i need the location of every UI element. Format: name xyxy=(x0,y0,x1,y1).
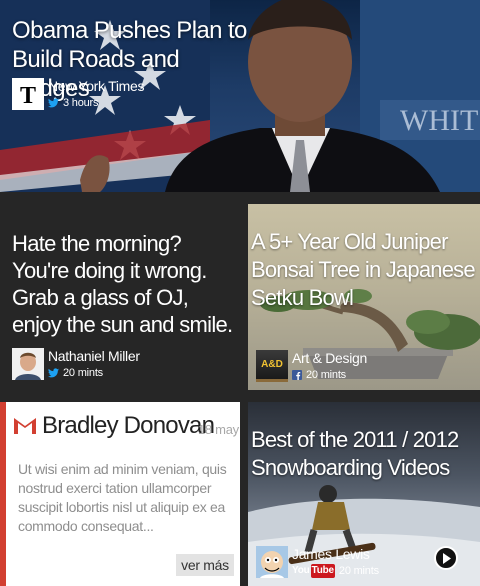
tweet-tile[interactable]: Hate the morning? You're doing it wrong.… xyxy=(0,204,240,390)
email-date: 18 may xyxy=(198,422,239,437)
avatar[interactable] xyxy=(256,546,288,578)
play-icon xyxy=(443,552,451,564)
twitter-icon xyxy=(48,98,59,108)
video-headline[interactable]: Best of the 2011 / 2012 Snowboarding Vid… xyxy=(251,426,477,482)
gmail-icon xyxy=(14,418,36,434)
svg-text:T: T xyxy=(20,83,36,109)
art-design-logo-icon: A&D xyxy=(256,350,288,382)
author-name[interactable]: James Lewis xyxy=(292,546,379,562)
article-source: A&D Art & Design 20 mints xyxy=(256,350,367,382)
news-tile-obama[interactable]: WHIT Obama Pushes Plan to Build Roads an… xyxy=(0,0,480,192)
tweet-author: Nathaniel Miller 20 mints xyxy=(12,348,140,380)
post-time: 20 mints xyxy=(63,367,103,379)
article-headline[interactable]: A 5+ Year Old Juniper Bonsai Tree in Jap… xyxy=(251,228,477,312)
avatar[interactable] xyxy=(12,348,44,380)
post-time: 3 hours xyxy=(63,97,99,109)
play-button[interactable] xyxy=(434,546,458,570)
post-time: 20 mints xyxy=(306,369,346,381)
email-accent-bar xyxy=(0,402,6,586)
svg-text:WHIT: WHIT xyxy=(400,104,478,137)
email-tile[interactable]: Bradley Donovan 18 may Ut wisi enim ad m… xyxy=(0,402,240,586)
article-tile-bonsai[interactable]: A 5+ Year Old Juniper Bonsai Tree in Jap… xyxy=(248,204,480,390)
email-sender[interactable]: Bradley Donovan xyxy=(42,411,215,441)
source-name[interactable]: Art & Design xyxy=(292,350,367,366)
facebook-icon xyxy=(292,370,302,380)
post-time: 20 mints xyxy=(338,565,379,577)
read-more-button[interactable]: ver más xyxy=(176,554,234,576)
author-name[interactable]: Nathaniel Miller xyxy=(48,348,140,364)
email-preview[interactable]: Ut wisi enim ad minim veniam, quis nostr… xyxy=(18,460,232,536)
news-source: T New York Times 3 hours xyxy=(12,78,144,110)
video-tile-snowboarding[interactable]: Best of the 2011 / 2012 Snowboarding Vid… xyxy=(248,402,480,586)
tweet-text[interactable]: Hate the morning? You're doing it wrong.… xyxy=(12,230,238,338)
nyt-logo-icon: T xyxy=(12,78,44,110)
twitter-icon xyxy=(48,368,59,378)
source-name[interactable]: New York Times xyxy=(48,78,144,94)
youtube-icon: You Tube xyxy=(292,564,335,578)
video-author: James Lewis You Tube 20 mints xyxy=(256,546,379,578)
